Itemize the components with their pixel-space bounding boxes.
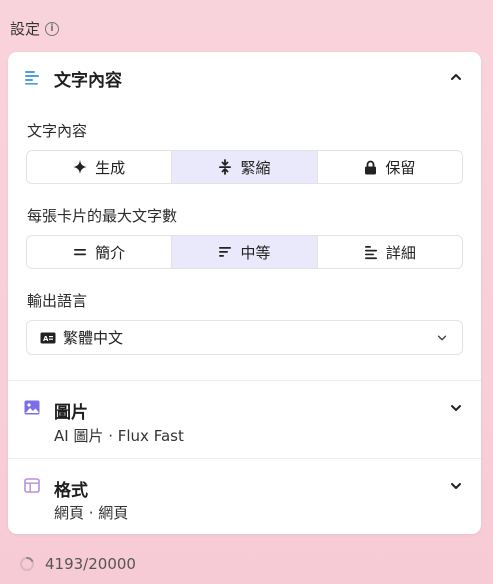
short-lines-icon (74, 249, 87, 256)
section-divider (8, 380, 481, 381)
format-section-title: 格式 (54, 481, 88, 501)
option-generate-label: 生成 (95, 158, 126, 177)
long-lines-icon (364, 245, 377, 259)
text-section-title: 文字內容 (54, 71, 122, 91)
medium-lines-icon (219, 247, 232, 257)
content-mode-label: 文字內容 (27, 122, 88, 140)
option-brief[interactable]: 簡介 (27, 236, 173, 268)
info-icon[interactable]: i (45, 21, 60, 36)
loading-spinner-icon (20, 556, 34, 571)
language-icon: A (40, 332, 56, 343)
output-language-label: 輸出語言 (27, 292, 88, 310)
output-language-value: 繁體中文 (63, 329, 124, 347)
max-length-selector: 簡介 中等 詳細 (26, 235, 463, 269)
format-section-summary: 網頁 · 網頁 (54, 504, 129, 522)
character-count-value: 4193/20000 (45, 555, 136, 573)
settings-title: 設定 (10, 20, 41, 38)
text-lines-icon (25, 71, 39, 85)
option-detailed-label: 詳細 (385, 243, 416, 262)
option-condense[interactable]: 緊縮 (172, 151, 318, 183)
image-section-header[interactable]: 圖片 (8, 396, 481, 423)
option-brief-label: 簡介 (95, 243, 126, 262)
option-preserve-label: 保留 (385, 158, 416, 177)
option-detailed[interactable]: 詳細 (318, 236, 462, 268)
format-section-header[interactable]: 格式 (8, 474, 481, 501)
option-condense-label: 緊縮 (240, 158, 271, 177)
chevron-down-icon (437, 335, 447, 340)
svg-text:A: A (43, 335, 49, 343)
compress-icon (219, 159, 232, 175)
settings-header: 設定 i (10, 18, 60, 39)
content-mode-selector: 生成 緊縮 保留 (26, 150, 463, 184)
output-language-select[interactable]: A 繁體中文 (26, 320, 463, 355)
character-count: 4193/20000 (19, 555, 136, 573)
sparkle-icon (73, 160, 88, 174)
text-section-header[interactable]: 文字內容 (8, 64, 481, 91)
chevron-down-icon[interactable] (449, 401, 463, 415)
image-section-summary: AI 圖片 · Flux Fast (54, 427, 184, 445)
image-icon (24, 400, 40, 415)
option-preserve[interactable]: 保留 (318, 151, 462, 183)
image-section-title: 圖片 (54, 403, 88, 423)
lock-icon (365, 160, 377, 174)
section-divider (8, 458, 481, 459)
settings-card: 文字內容 文字內容 生成 緊縮 保留 每張卡片的最大文字數 簡介 中等 詳細 輸… (8, 52, 481, 534)
chevron-up-icon[interactable] (449, 70, 463, 84)
option-medium-label: 中等 (240, 243, 271, 262)
max-length-label: 每張卡片的最大文字數 (27, 207, 178, 225)
layout-icon (24, 478, 40, 493)
chevron-down-icon[interactable] (449, 479, 463, 493)
option-medium[interactable]: 中等 (172, 236, 318, 268)
option-generate[interactable]: 生成 (27, 151, 173, 183)
